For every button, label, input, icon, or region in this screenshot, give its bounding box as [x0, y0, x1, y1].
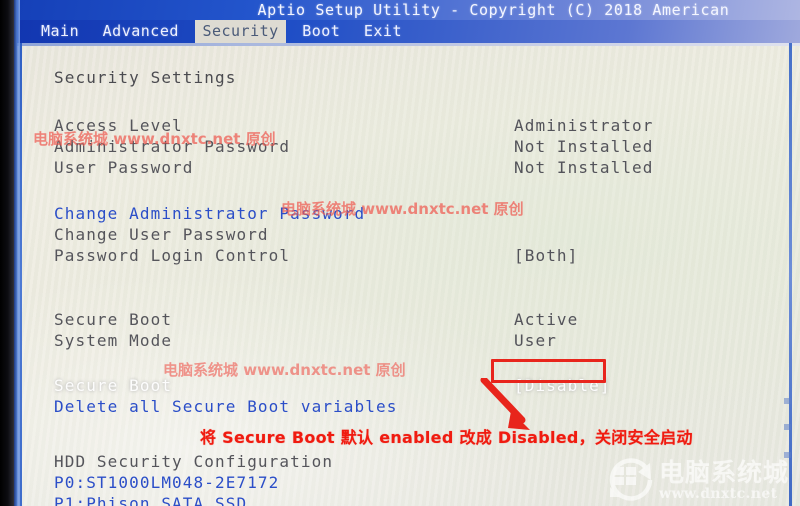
watermark-text: 电脑系统城 www.dnxtc.net 原创	[281, 200, 524, 218]
menu-item-hdd-p1[interactable]: P1:Phison SATA SSD	[54, 495, 247, 506]
menu-item-hdd-p0[interactable]: P0:ST1000LM048-2E7172	[54, 474, 279, 492]
watermark-text: 电脑系统城 www.dnxtc.net 原创	[33, 130, 276, 148]
setting-value-administrator-password: Not Installed	[514, 137, 654, 156]
watermark-text: 电脑系统城 www.dnxtc.net 原创	[163, 361, 406, 379]
panel-edge-fragment	[784, 398, 791, 404]
window-grid-refresh-icon	[609, 458, 653, 501]
setting-label-secure-boot-status: Secure Boot	[54, 310, 173, 329]
setting-value-access-level: Administrator	[514, 116, 654, 135]
setting-value-secure-boot-status: Active	[514, 310, 579, 329]
setting-label-system-mode: System Mode	[54, 331, 173, 350]
menu-bar[interactable]: Main Advanced Security Boot Exit	[17, 20, 800, 43]
tab-exit[interactable]: Exit	[357, 20, 409, 43]
site-logo-watermark: 电脑系统城 www.dnxtc.net	[608, 454, 794, 506]
setting-label-password-login-control: Password Login Control	[54, 246, 291, 265]
tab-main[interactable]: Main	[34, 20, 86, 43]
setting-value-system-mode: User	[514, 331, 557, 350]
monitor-bezel-highlight	[14, 0, 20, 506]
setting-value-password-login-control[interactable]: [Both]	[514, 247, 578, 265]
page-title: Security Settings	[54, 68, 237, 87]
menu-item-delete-all-secure-boot-variables[interactable]: Delete all Secure Boot variables	[54, 398, 397, 416]
setting-value-user-password: Not Installed	[514, 158, 654, 177]
setting-label-secure-boot-toggle[interactable]: Secure Boot	[54, 377, 172, 395]
panel-edge-fragment	[784, 424, 791, 430]
section-label-hdd-security-configuration: HDD Security Configuration	[54, 452, 334, 471]
annotation-note-text: 将 Secure Boot 默认 enabled 改成 Disabled，关闭安…	[200, 428, 693, 447]
logo-brand-url: www.dnxtc.net	[659, 485, 778, 502]
window-title-bar: Aptio Setup Utility - Copyright (C) 2018…	[17, 0, 800, 20]
tab-advanced[interactable]: Advanced	[96, 20, 186, 43]
logo-brand-cn: 电脑系统城	[659, 457, 790, 487]
logo-text-block: 电脑系统城 www.dnxtc.net	[659, 460, 789, 501]
bios-setup-screenshot-photo: Aptio Setup Utility - Copyright (C) 2018…	[0, 0, 800, 506]
setting-label-user-password: User Password	[54, 158, 194, 177]
tab-security[interactable]: Security	[195, 20, 286, 43]
window-title: Aptio Setup Utility - Copyright (C) 2018…	[257, 1, 730, 19]
menu-item-change-user-password[interactable]: Change User Password	[54, 226, 269, 244]
tab-boot[interactable]: Boot	[295, 20, 347, 43]
